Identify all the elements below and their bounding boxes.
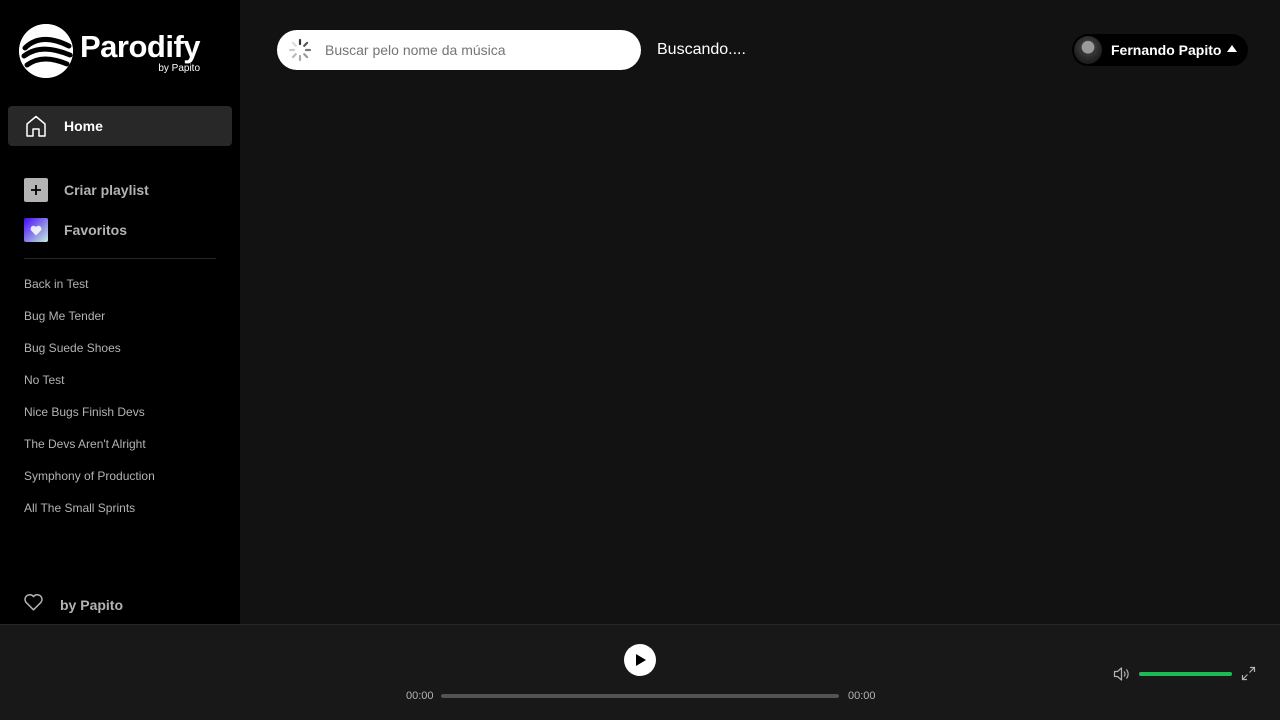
brand-logo[interactable]: Parodify by Papito [19,24,201,78]
playlist-item[interactable]: Nice Bugs Finish Devs [24,402,155,434]
app: Parodify by Papito Home Criar playlist F… [0,0,1280,720]
playlist-item[interactable]: Bug Me Tender [24,306,155,338]
by-papito-label: by Papito [60,597,124,613]
caret-up-icon [1227,45,1237,52]
playlist-item[interactable]: Bug Suede Shoes [24,338,155,370]
spinner-icon [288,38,312,62]
sidebar-divider [24,258,216,259]
volume-icon[interactable] [1113,666,1131,682]
plus-icon [24,178,48,202]
play-button[interactable] [624,644,656,676]
volume-fill [1139,672,1232,676]
sidebar-item-label: Home [64,118,103,134]
sidebar-item-home[interactable]: Home [8,106,232,146]
home-icon [24,114,48,138]
favorites-button[interactable]: Favoritos [24,218,224,242]
create-playlist-label: Criar playlist [64,182,149,198]
avatar [1074,36,1102,64]
search-input[interactable] [325,30,625,70]
favorites-label: Favoritos [64,222,128,238]
brand-subtitle: by Papito [158,63,201,74]
total-time: 00:00 [848,690,876,702]
search-bar [277,30,641,70]
search-status-text: Buscando.... [657,41,746,58]
create-playlist-button[interactable]: Criar playlist [24,178,224,202]
play-icon [636,654,646,666]
playlist-item[interactable]: Back in Test [24,274,155,306]
progress-bar[interactable] [441,694,839,698]
sound-waves-logo-icon [19,24,73,78]
volume-slider[interactable] [1139,672,1232,676]
playlist-item[interactable]: Symphony of Production [24,466,155,498]
user-name: Fernando Papito [1111,42,1222,58]
heart-outline-icon [24,594,43,616]
expand-icon[interactable] [1241,666,1256,681]
player-bar: 00:00 00:00 [0,624,1280,720]
by-papito-link[interactable]: by Papito [24,594,123,616]
brand-title: Parodify [80,29,201,64]
heart-icon [24,218,48,242]
playlist-item[interactable]: The Devs Aren't Alright [24,434,155,466]
sidebar: Parodify by Papito Home Criar playlist F… [0,0,240,624]
playlist-list: Back in Test Bug Me Tender Bug Suede Sho… [24,274,155,530]
playlist-item[interactable]: All The Small Sprints [24,498,155,530]
user-menu[interactable]: Fernando Papito [1072,34,1248,66]
playlist-item[interactable]: No Test [24,370,155,402]
brand-text: Parodify by Papito [80,29,201,75]
current-time: 00:00 [406,690,434,702]
